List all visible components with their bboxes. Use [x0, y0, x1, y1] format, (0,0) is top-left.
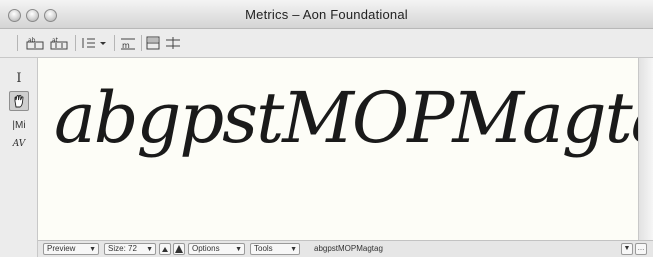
window-title: Metrics – Aon Foundational: [245, 7, 408, 22]
status-bar: Preview ▼ Size: 72 ▼ Options ▼ Tools ▼ abgps…: [38, 240, 653, 257]
guides-icon[interactable]: [164, 34, 182, 52]
preview-text-field[interactable]: abgpstMOPMagtag: [314, 244, 383, 254]
title-bar: Metrics – Aon Foundational: [0, 0, 653, 29]
text-metrics-icon[interactable]: m: [118, 34, 138, 52]
text-cursor-icon[interactable]: I: [9, 68, 29, 88]
hand-tool-icon[interactable]: [9, 91, 29, 111]
metrics-view-icon[interactable]: ab: [24, 34, 46, 52]
kerning-tool-icon[interactable]: AV: [9, 134, 29, 154]
size-popup[interactable]: Size: 72 ▼: [104, 243, 156, 255]
decrease-size-icon[interactable]: [159, 243, 171, 255]
options-popup[interactable]: Options ▼: [188, 243, 245, 255]
preview-popup[interactable]: Preview ▼: [43, 243, 99, 255]
tools-popup[interactable]: Tools ▼: [250, 243, 300, 255]
increase-size-icon[interactable]: [173, 243, 185, 255]
toolbar: ab at m: [0, 29, 653, 58]
svg-text:at: at: [52, 37, 59, 44]
metrics-canvas[interactable]: abgpstMOPMagtag: [38, 58, 638, 257]
more-options-icon[interactable]: …: [635, 243, 647, 255]
metrics-window: Metrics – Aon Foundational ab at m I |Mi…: [0, 0, 653, 257]
line-spacing-icon[interactable]: [80, 34, 110, 52]
sample-text: abgpstMOPMagtag: [54, 77, 638, 159]
kerning-view-icon[interactable]: at: [48, 34, 70, 52]
vertical-scrollbar[interactable]: [638, 58, 653, 257]
tool-palette: I |Mi AV: [0, 58, 38, 257]
svg-text:ab: ab: [28, 37, 36, 44]
split-view-icon[interactable]: [144, 34, 162, 52]
text-field-menu-icon[interactable]: ▼: [621, 243, 633, 255]
metrics-tool-icon[interactable]: |Mi: [9, 115, 29, 135]
